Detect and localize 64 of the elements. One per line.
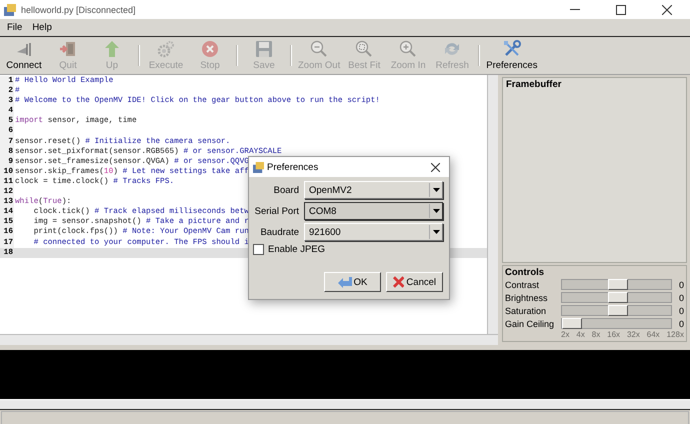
maximize-icon[interactable] — [616, 4, 626, 14]
slider-thumb[interactable] — [608, 279, 628, 290]
slider-label: Brightness — [505, 292, 549, 302]
ok-button[interactable]: OK — [324, 272, 381, 292]
tick-label: 128x — [666, 330, 684, 339]
dropdown-arrow-icon — [432, 188, 440, 192]
checkbox-label: Enable JPEG — [268, 244, 326, 255]
field-label: Serial Port — [254, 206, 300, 216]
slider-value: 0 — [678, 292, 684, 302]
slider-thumb[interactable] — [608, 305, 628, 316]
scrollbar[interactable] — [0, 334, 498, 345]
slider-thumb[interactable] — [562, 318, 582, 329]
app-icon — [253, 162, 264, 172]
dropdown-arrow-icon — [432, 230, 440, 234]
stop-icon — [201, 40, 219, 58]
panel-title: Controls — [505, 267, 546, 278]
field-label: Board — [272, 184, 300, 196]
toolbar-button[interactable]: Connect — [2, 37, 46, 74]
zoom-fit-icon — [355, 40, 374, 58]
tick-label: 64x — [646, 330, 660, 339]
toolbar-button[interactable]: Preferences — [484, 37, 540, 74]
slider-track[interactable] — [561, 318, 672, 329]
slider-value: 0 — [678, 280, 684, 290]
close-icon[interactable] — [430, 162, 440, 172]
tick-label: 4x — [576, 330, 585, 339]
checkbox[interactable] — [253, 244, 264, 255]
slider-value: 0 — [678, 318, 684, 328]
tick-label: 8x — [592, 330, 600, 339]
slider-value: 0 — [678, 306, 684, 316]
dropdown[interactable]: 921600 — [304, 223, 443, 241]
app-icon — [4, 4, 16, 16]
panel-title: Framebuffer — [506, 79, 562, 90]
slider-track[interactable] — [561, 305, 672, 316]
tick-label: 16x — [607, 330, 620, 339]
floppy-icon — [255, 40, 273, 58]
refresh-icon — [443, 40, 462, 58]
scrollbar[interactable] — [487, 75, 498, 334]
close-icon[interactable] — [662, 4, 672, 14]
zoom-out-icon — [310, 40, 328, 58]
dropdown[interactable]: COM8 — [304, 202, 443, 220]
tools-icon — [502, 40, 521, 58]
tick-label: 2x — [561, 330, 570, 339]
slider-thumb[interactable] — [608, 292, 628, 303]
zoom-in-icon — [399, 40, 418, 58]
slider-label: Saturation — [505, 306, 548, 316]
window-title: helloworld.py [Disconnected] — [21, 4, 137, 14]
field-label: Baudrate — [259, 226, 300, 238]
slider-track[interactable] — [561, 292, 672, 303]
dropdown[interactable]: OpenMV2 — [304, 181, 443, 199]
return-arrow-icon — [338, 276, 352, 288]
gear-icon — [157, 40, 175, 58]
slider-label: Gain Ceiling — [505, 318, 556, 328]
slider-track[interactable] — [561, 279, 672, 290]
cancel-icon — [393, 276, 404, 288]
menu-item[interactable]: Help — [28, 21, 56, 34]
dialog-title: Preferences — [267, 162, 320, 172]
up-arrow-icon — [103, 40, 121, 58]
dropdown-arrow-icon — [432, 209, 440, 213]
menu-item[interactable]: File — [3, 21, 26, 34]
tick-label: 32x — [626, 330, 640, 339]
cancel-button[interactable]: Cancel — [386, 272, 443, 292]
slider-label: Contrast — [505, 280, 540, 290]
cable-icon — [15, 40, 33, 58]
door-icon — [59, 40, 77, 58]
